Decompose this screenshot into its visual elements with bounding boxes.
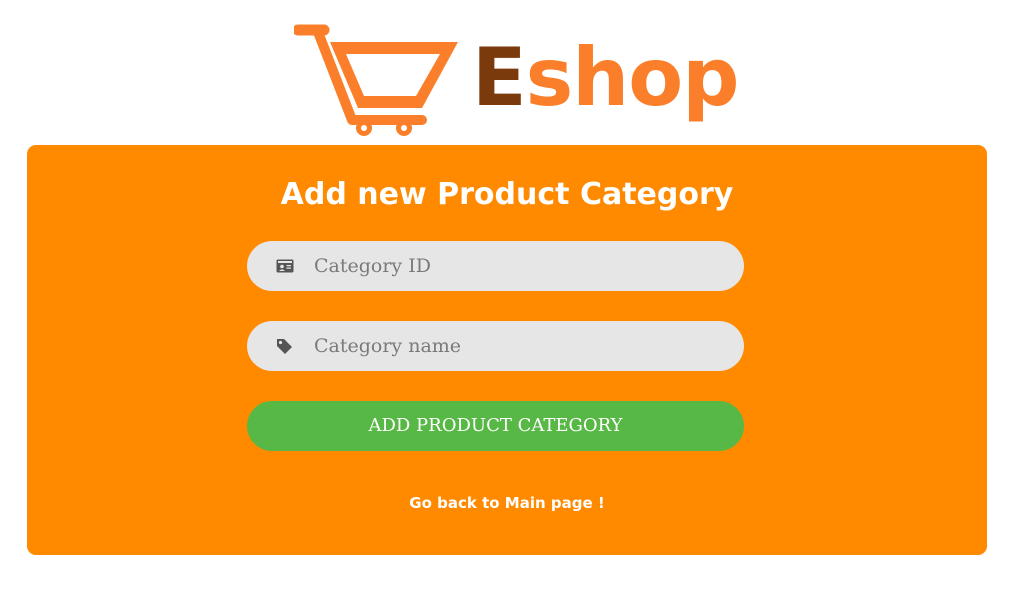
category-id-input[interactable] — [314, 241, 724, 291]
id-card-icon — [276, 259, 294, 273]
tag-icon — [277, 339, 292, 354]
logo-first-letter: E — [472, 31, 527, 124]
logo-rest-letters: shop — [525, 31, 740, 124]
shopping-cart-icon — [294, 24, 458, 136]
category-id-field — [247, 241, 744, 291]
back-to-main-link[interactable]: Go back to Main page ! — [27, 493, 987, 513]
category-name-input[interactable] — [314, 321, 724, 371]
page: Eshop Add new Product Category ADD PRODU… — [0, 0, 1014, 589]
category-name-field — [247, 321, 744, 371]
back-to-main-label: Go back to Main page ! — [409, 494, 605, 512]
add-category-form-card: Add new Product Category ADD PRODUCT CAT… — [27, 145, 987, 555]
eshop-logo: Eshop — [294, 20, 739, 138]
add-product-category-button[interactable]: ADD PRODUCT CATEGORY — [247, 401, 744, 451]
logo-wordmark: Eshop — [472, 28, 740, 128]
form-title: Add new Product Category — [280, 177, 734, 212]
